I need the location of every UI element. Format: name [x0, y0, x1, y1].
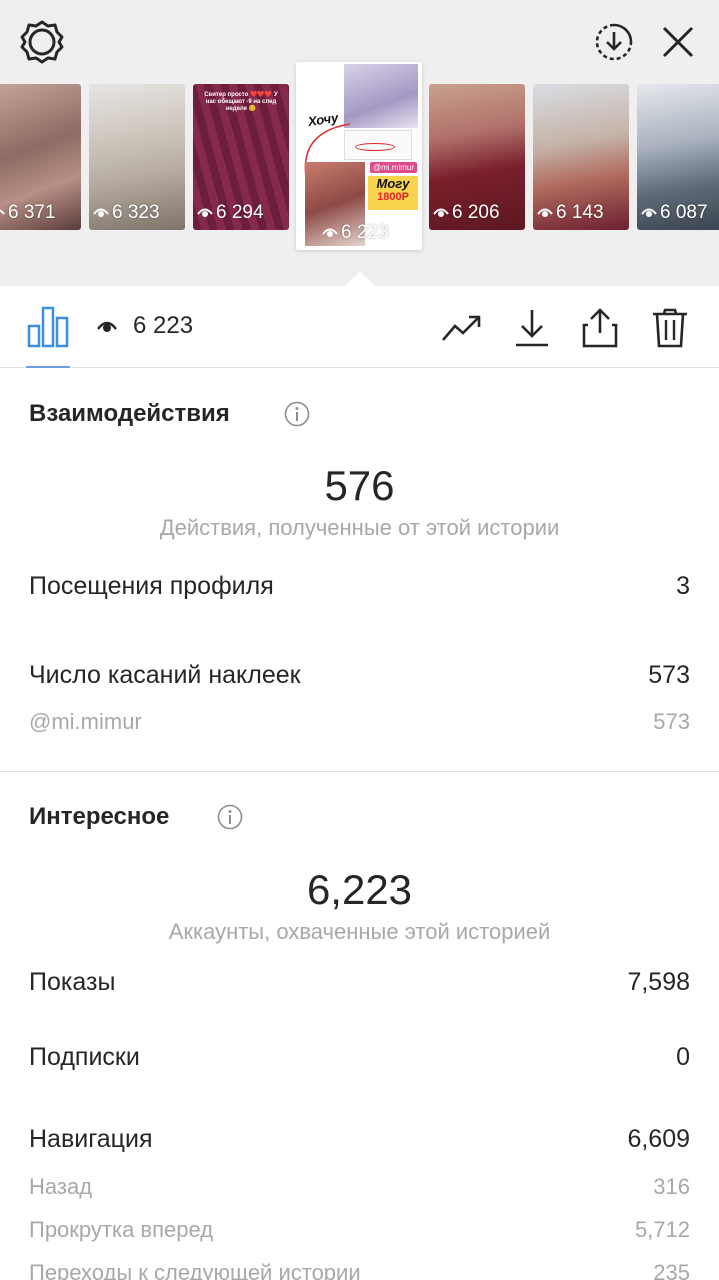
story-thumbnail[interactable]: 6 143 — [533, 84, 629, 230]
metric-row: Посещения профиля 3 — [29, 572, 690, 601]
story-views: 6 206 — [433, 202, 500, 224]
metric-label: Показы — [29, 968, 116, 996]
eye-icon — [322, 228, 338, 237]
story-views-count: 6 206 — [452, 202, 500, 223]
interactions-count: 576 — [324, 462, 395, 509]
sub-metric-row: Назад 316 — [29, 1174, 690, 1200]
story-views-count: 6 323 — [112, 202, 160, 223]
story-views: 6 087 — [641, 202, 708, 224]
download-icon[interactable] — [510, 306, 554, 350]
metric-value: 7,598 — [627, 968, 690, 996]
story-views-count: 6 087 — [660, 202, 708, 223]
story-views: 6 223 — [322, 222, 389, 244]
story-thumbnail[interactable]: 6 206 — [429, 84, 525, 230]
story-views: 6 294 — [197, 202, 264, 224]
metric-label: Число касаний наклеек — [29, 661, 301, 689]
sub-metric-value: 5,712 — [634, 1217, 690, 1242]
section-divider — [0, 771, 719, 772]
story-views: 6 143 — [537, 202, 604, 224]
selection-pointer — [342, 268, 378, 286]
sub-metric-label: Назад — [29, 1174, 93, 1199]
metric-label: Навигация — [29, 1125, 153, 1153]
eye-icon — [641, 208, 657, 217]
metric-label: Подписки — [29, 1043, 140, 1071]
story-caption: Свитер просто ❤️❤️❤️ У нас обещают -9 на… — [204, 92, 278, 112]
selected-story-thumbnail[interactable]: Хочу @mi.mimur Могу 1800Р 6 223 — [296, 62, 422, 250]
share-icon[interactable] — [578, 306, 622, 350]
close-icon[interactable] — [654, 18, 702, 66]
story-views: 6 371 — [0, 202, 56, 224]
sub-metric-label: Прокрутка вперед — [29, 1217, 214, 1242]
eye-icon — [0, 209, 5, 215]
story-views-count: 6 223 — [341, 222, 389, 243]
story-price-sticker: Могу 1800Р — [368, 176, 418, 210]
story-views-count: 6 294 — [216, 202, 264, 223]
active-tab-indicator — [26, 366, 70, 368]
eye-icon — [433, 208, 449, 217]
story-views-count: 6 143 — [556, 202, 604, 223]
metric-value: 573 — [648, 661, 690, 689]
story-price: 1800Р — [377, 191, 409, 203]
eye-icon — [197, 208, 213, 217]
story-thumbnail[interactable]: 6 323 — [89, 84, 185, 230]
story-text-mogu: Могу — [376, 176, 410, 191]
sub-metric-value: 316 — [653, 1174, 690, 1199]
story-views-total: 6 223 — [133, 312, 194, 339]
download-circle-icon[interactable] — [590, 18, 638, 66]
metric-label: Посещения профиля — [29, 572, 274, 600]
eye-icon — [96, 316, 118, 338]
settings-gear-icon[interactable] — [18, 18, 66, 66]
sub-metric-label: Переходы к следующей истории — [29, 1260, 361, 1280]
interactions-caption: Действия, полученные от этой истории — [159, 515, 560, 540]
story-tag: @mi.mimur — [370, 162, 418, 173]
sub-metric-row: @mi.mimur 573 — [29, 709, 690, 735]
sub-metric-label: @mi.mimur — [29, 709, 142, 734]
metric-row: Подписки 0 — [29, 1043, 690, 1072]
story-views-count: 6 371 — [8, 202, 56, 223]
metric-row: Навигация 6,609 — [29, 1125, 690, 1154]
story-thumbnail[interactable]: Свитер просто ❤️❤️❤️ У нас обещают -9 на… — [193, 84, 289, 230]
interactions-title: Взаимодействия — [29, 400, 230, 427]
reach-caption: Аккаунты, охваченные этой историей — [168, 919, 551, 944]
sub-metric-row: Прокрутка вперед 5,712 — [29, 1217, 690, 1243]
metric-value: 6,609 — [627, 1125, 690, 1153]
bar-chart-icon[interactable] — [26, 304, 70, 348]
eye-icon — [93, 208, 109, 217]
metric-row: Число касаний наклеек 573 — [29, 661, 690, 690]
sub-metric-value: 235 — [653, 1260, 690, 1280]
trending-up-icon[interactable] — [440, 306, 484, 350]
story-views: 6 323 — [93, 202, 160, 224]
story-thumbnail[interactable]: 6 371 — [0, 84, 81, 230]
metric-row: Показы 7,598 — [29, 968, 690, 997]
metric-value: 0 — [676, 1043, 690, 1071]
stories-strip[interactable]: 6 371 6 323 Свитер просто ❤️❤️❤️ У нас о… — [0, 62, 719, 252]
trash-icon[interactable] — [648, 306, 692, 350]
eye-icon — [537, 208, 553, 217]
story-photo — [344, 64, 418, 128]
metric-value: 3 — [676, 572, 690, 600]
insights-toolbar: 6 223 — [0, 286, 719, 368]
story-thumbnail[interactable]: 6 087 — [637, 84, 719, 230]
info-icon[interactable] — [217, 804, 243, 830]
sub-metric-value: 573 — [653, 709, 690, 734]
sub-metric-row: Переходы к следующей истории 235 — [29, 1260, 690, 1280]
discovery-title: Интересное — [29, 803, 170, 830]
story-preview-area: 6 371 6 323 Свитер просто ❤️❤️❤️ У нас о… — [0, 0, 719, 286]
info-icon[interactable] — [284, 401, 310, 427]
reach-count: 6,223 — [306, 866, 413, 913]
